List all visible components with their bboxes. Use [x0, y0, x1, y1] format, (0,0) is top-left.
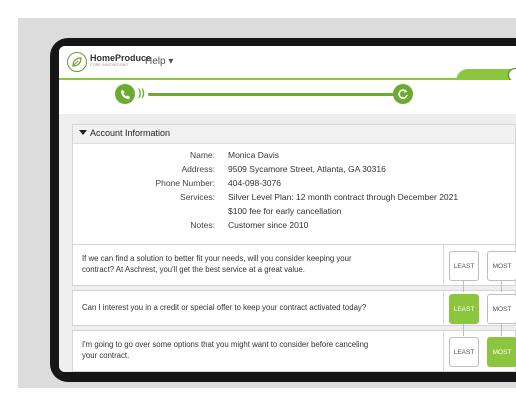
question-row-1: If we can find a solution to better fit … [72, 244, 516, 286]
most-button-1[interactable]: MOST [487, 251, 516, 281]
services-label: Services: [180, 192, 215, 202]
rank-divider [443, 331, 444, 371]
account-info-header[interactable]: Account Information [73, 125, 515, 144]
rank-connector [463, 281, 464, 292]
address-label: Address: [181, 164, 215, 174]
brand-tagline: CORE INNOVATIONS [90, 63, 128, 67]
question-1-line-2: contract? At Aschrest, you'll get the be… [82, 264, 305, 274]
brand-name: HomeProduce [90, 53, 152, 63]
least-button-3[interactable]: LEAST [449, 337, 479, 367]
rank-connector [501, 324, 502, 336]
call-progress-line [148, 93, 394, 96]
phone-value: 404-098-3076 [228, 178, 281, 188]
question-text-2: Can I interest you in a credit or specia… [82, 303, 422, 314]
question-2-line-1: Can I interest you in a credit or specia… [82, 303, 367, 312]
name-value: Monica Davis [228, 150, 280, 160]
leaf-logo-icon [67, 52, 87, 72]
caret-down-icon [79, 130, 87, 135]
address-value: 9509 Sycamore Street, Atlanta, GA 30316 [228, 164, 386, 174]
name-label: Name: [189, 150, 215, 160]
notes-label: Notes: [190, 220, 215, 230]
notes-value: Customer since 2010 [228, 220, 309, 230]
services-value: Silver Level Plan: 12 month contract thr… [228, 192, 459, 202]
help-menu[interactable]: Help ▾ [145, 56, 173, 67]
question-3-line-2: your contract. [82, 350, 130, 360]
question-text-3: I'm going to go over some options that y… [82, 340, 422, 361]
refresh-button[interactable] [393, 84, 413, 104]
rank-divider [443, 245, 444, 285]
rank-connector [501, 281, 502, 292]
app-screen: HomeProduce CORE INNOVATIONS Help ▾ )) A… [59, 46, 516, 372]
question-row-3: I'm going to go over some options that y… [72, 330, 516, 372]
question-3-line-1: I'm going to go over some options that y… [82, 340, 369, 349]
most-button-3[interactable]: MOST [487, 337, 516, 367]
least-button-2[interactable]: LEAST [449, 294, 479, 324]
services-fee-value: $100 fee for early cancellation [228, 206, 342, 216]
phone-label: Phone Number: [155, 178, 215, 188]
sound-wave-icon: )) [138, 88, 145, 99]
question-text-1: If we can find a solution to better fit … [82, 254, 422, 275]
account-info-title: Account Information [90, 128, 171, 138]
rank-connector [463, 324, 464, 336]
question-1-line-1: If we can find a solution to better fit … [82, 254, 352, 263]
phone-icon [120, 89, 130, 99]
refresh-icon [398, 89, 408, 99]
phone-button[interactable] [115, 84, 135, 104]
least-button-1[interactable]: LEAST [449, 251, 479, 281]
question-row-2: Can I interest you in a credit or specia… [72, 290, 516, 326]
rank-divider [443, 291, 444, 325]
most-button-2[interactable]: MOST [487, 294, 516, 324]
app-header: HomeProduce CORE INNOVATIONS Help ▾ [59, 46, 516, 82]
